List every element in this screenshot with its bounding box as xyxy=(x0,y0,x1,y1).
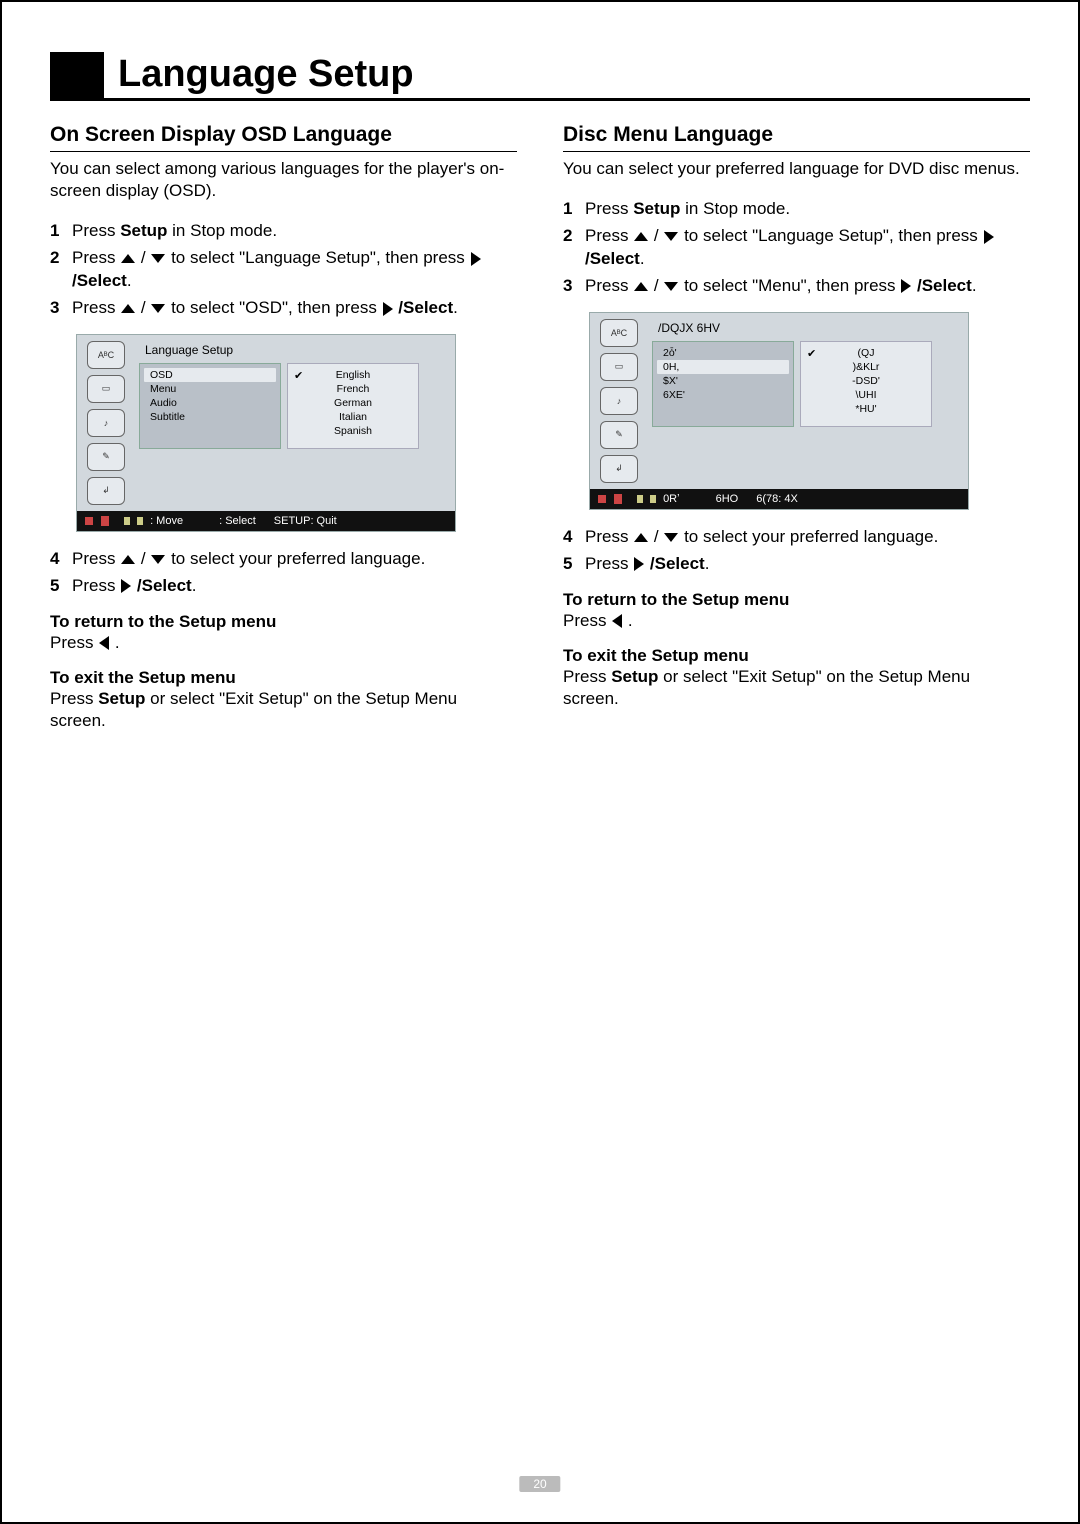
up-arrow-icon xyxy=(121,254,135,263)
right-exit-body: Press Setup or select "Exit Setup" on th… xyxy=(563,666,1030,710)
up-arrow-icon xyxy=(121,304,135,313)
settings-icon: ✎ xyxy=(87,443,125,471)
left-column: On Screen Display OSD Language You can s… xyxy=(50,123,517,732)
right-steps-4-5: 4 Press / to select your preferred langu… xyxy=(563,526,1030,576)
osd-footer: 0Rʼ 6HO 6(78: 4X xyxy=(590,489,968,509)
osd-option-item: German xyxy=(288,396,418,410)
osd-title: Language Setup xyxy=(145,343,447,357)
right-heading: Disc Menu Language xyxy=(563,123,1030,152)
down-arrow-icon xyxy=(664,533,678,542)
right-steps-1-3: 1 Press Setup in Stop mode. 2 Press / to… xyxy=(563,198,1030,298)
left-intro: You can select among various languages f… xyxy=(50,158,517,202)
left-return-body: Press . xyxy=(50,632,517,654)
exit-icon: ↲ xyxy=(600,455,638,483)
right-arrow-icon xyxy=(634,557,644,571)
osd-menu-item: $X' xyxy=(653,374,793,388)
osd-option-item: *HU' xyxy=(801,402,931,416)
right-intro: You can select your preferred language f… xyxy=(563,158,1030,180)
osd-option-item: Spanish xyxy=(288,424,418,438)
osd-title: /DQJX 6HV xyxy=(658,321,960,335)
right-arrow-icon xyxy=(984,230,994,244)
osd-option-item: French xyxy=(288,382,418,396)
osd-menu-item: 2ȱ' xyxy=(653,346,793,360)
osd-option-item: Italian xyxy=(288,410,418,424)
osd-menu-item: 0H, xyxy=(657,360,789,374)
left-heading: On Screen Display OSD Language xyxy=(50,123,517,152)
check-icon: ✔ xyxy=(294,369,303,382)
osd-menu-list: 2ȱ' 0H, $X' 6XE' xyxy=(652,341,794,427)
osd-option-item: ✔(QJ xyxy=(801,346,931,360)
settings-icon: ✎ xyxy=(600,421,638,449)
page-title: Language Setup xyxy=(118,53,414,98)
check-icon: ✔ xyxy=(807,347,816,360)
down-arrow-icon xyxy=(151,555,165,564)
page-number: 20 xyxy=(519,1476,560,1492)
down-arrow-icon xyxy=(664,282,678,291)
right-arrow-icon xyxy=(471,252,481,266)
right-exit-heading: To exit the Setup menu xyxy=(563,646,1030,666)
osd-option-item: \UHI xyxy=(801,388,931,402)
osd-sidebar-icons: AᴮC ▭ ♪ ✎ ↲ xyxy=(590,313,648,489)
exit-icon: ↲ xyxy=(87,477,125,505)
audio-icon: ♪ xyxy=(87,409,125,437)
osd-sidebar-icons: AᴮC ▭ ♪ ✎ ↲ xyxy=(77,335,135,511)
title-row: Language Setup xyxy=(50,52,1030,101)
down-arrow-icon xyxy=(151,304,165,313)
left-steps-1-3: 1 Press Setup in Stop mode. 2 Press / to… xyxy=(50,220,517,320)
down-arrow-icon xyxy=(664,232,678,241)
osd-options-list: ✔(QJ )&KLr -DSD' \UHI *HU' xyxy=(800,341,932,427)
osd-menu-list: OSD Menu Audio Subtitle xyxy=(139,363,281,449)
osd-menu-item: Audio xyxy=(140,396,280,410)
right-arrow-icon xyxy=(383,302,393,316)
osd-option-item: ✔English xyxy=(288,368,418,382)
down-arrow-icon xyxy=(151,254,165,263)
osd-panel-right: AᴮC ▭ ♪ ✎ ↲ /DQJX 6HV 2ȱ' 0H, $X' xyxy=(589,312,969,510)
up-arrow-icon xyxy=(634,533,648,542)
osd-menu-item: 6XE' xyxy=(653,388,793,402)
right-return-body: Press . xyxy=(563,610,1030,632)
left-exit-body: Press Setup or select "Exit Setup" on th… xyxy=(50,688,517,732)
osd-footer: : Move : Select SETUP: Quit xyxy=(77,511,455,531)
manual-page: Language Setup On Screen Display OSD Lan… xyxy=(0,0,1080,1524)
left-steps-4-5: 4 Press / to select your preferred langu… xyxy=(50,548,517,598)
title-block-icon xyxy=(50,52,104,98)
osd-menu-item: Menu xyxy=(140,382,280,396)
tv-icon: ▭ xyxy=(600,353,638,381)
osd-menu-item: OSD xyxy=(144,368,276,382)
right-arrow-icon xyxy=(121,579,131,593)
right-column: Disc Menu Language You can select your p… xyxy=(563,123,1030,732)
up-arrow-icon xyxy=(634,232,648,241)
osd-option-item: )&KLr xyxy=(801,360,931,374)
right-arrow-icon xyxy=(901,279,911,293)
osd-option-item: -DSD' xyxy=(801,374,931,388)
osd-options-list: ✔English French German Italian Spanish xyxy=(287,363,419,449)
lang-icon: AᴮC xyxy=(600,319,638,347)
up-arrow-icon xyxy=(634,282,648,291)
left-arrow-icon xyxy=(99,636,109,650)
left-arrow-icon xyxy=(612,614,622,628)
up-arrow-icon xyxy=(121,555,135,564)
right-return-heading: To return to the Setup menu xyxy=(563,590,1030,610)
audio-icon: ♪ xyxy=(600,387,638,415)
tv-icon: ▭ xyxy=(87,375,125,403)
osd-panel-left: AᴮC ▭ ♪ ✎ ↲ Language Setup OSD Menu Audi… xyxy=(76,334,456,532)
lang-icon: AᴮC xyxy=(87,341,125,369)
left-exit-heading: To exit the Setup menu xyxy=(50,668,517,688)
osd-menu-item: Subtitle xyxy=(140,410,280,424)
left-return-heading: To return to the Setup menu xyxy=(50,612,517,632)
